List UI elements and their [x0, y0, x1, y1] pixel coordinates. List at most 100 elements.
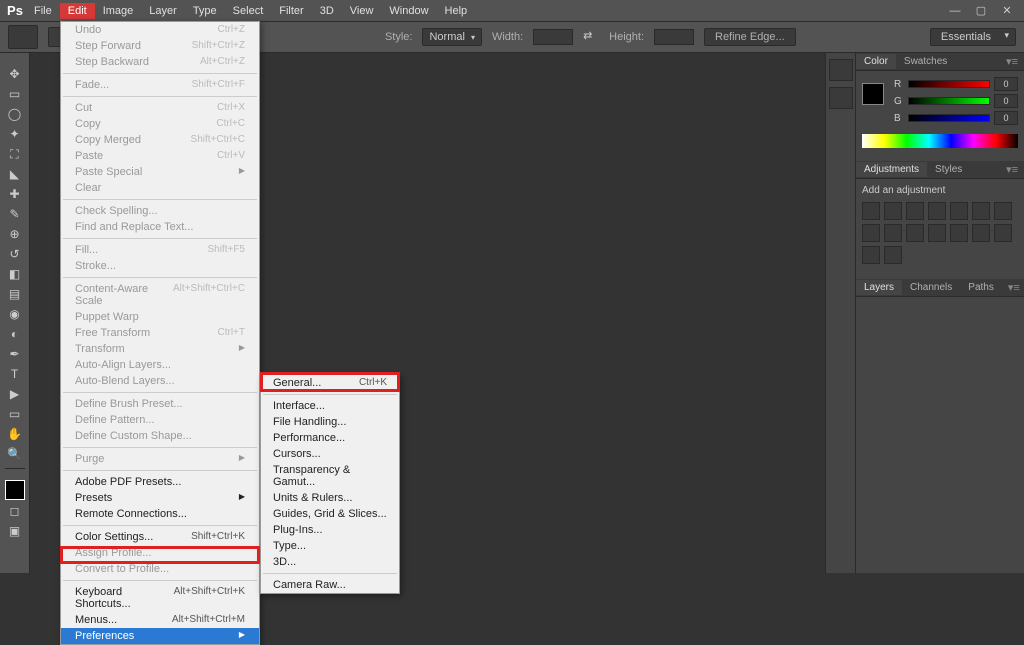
path-selection-tool-icon[interactable]: ▶ — [3, 385, 27, 403]
workspace-select[interactable]: Essentials — [930, 28, 1016, 46]
pen-tool-icon[interactable]: ✒ — [3, 345, 27, 363]
menu-item-remote-connections-[interactable]: Remote Connections... — [61, 506, 259, 522]
menu-item-transparency-&-gamut-[interactable]: Transparency & Gamut... — [261, 462, 399, 490]
refine-edge-button[interactable]: Refine Edge... — [704, 28, 796, 46]
tool-preset-picker[interactable] — [8, 25, 38, 49]
adjustment-icon[interactable] — [994, 224, 1012, 242]
menu-help[interactable]: Help — [437, 3, 476, 19]
menu-item-plug-ins-[interactable]: Plug-Ins... — [261, 522, 399, 538]
slider-g[interactable] — [908, 97, 990, 105]
adjustment-icon[interactable] — [972, 202, 990, 220]
clone-stamp-tool-icon[interactable]: ⊕ — [3, 225, 27, 243]
menu-item-preferences[interactable]: Preferences▶ — [61, 628, 259, 644]
gradient-tool-icon[interactable]: ▤ — [3, 285, 27, 303]
menu-view[interactable]: View — [342, 3, 382, 19]
slider-value-r[interactable]: 0 — [994, 77, 1018, 91]
adjustment-icon[interactable] — [950, 202, 968, 220]
slider-b[interactable] — [908, 114, 990, 122]
menu-edit[interactable]: Edit — [60, 3, 95, 19]
tab-styles[interactable]: Styles — [927, 162, 970, 177]
history-brush-tool-icon[interactable]: ↺ — [3, 245, 27, 263]
marquee-tool-icon[interactable]: ▭ — [3, 85, 27, 103]
swap-dimensions-icon[interactable]: ⇄ — [583, 29, 599, 45]
dock-icon-2[interactable] — [829, 87, 853, 109]
menu-separator — [263, 573, 397, 574]
magic-wand-tool-icon[interactable]: ✦ — [3, 125, 27, 143]
menu-item-camera-raw-[interactable]: Camera Raw... — [261, 577, 399, 593]
adjustment-icon[interactable] — [972, 224, 990, 242]
adjustment-icon[interactable] — [884, 202, 902, 220]
adjustment-icon[interactable] — [994, 202, 1012, 220]
eraser-tool-icon[interactable]: ◧ — [3, 265, 27, 283]
slider-r[interactable] — [908, 80, 990, 88]
zoom-tool-icon[interactable]: 🔍 — [3, 445, 27, 463]
panel-menu-icon[interactable]: ▾≡ — [1000, 163, 1024, 176]
slider-value-g[interactable]: 0 — [994, 94, 1018, 108]
menu-item-guides,-grid-&-slices-[interactable]: Guides, Grid & Slices... — [261, 506, 399, 522]
dock-icon-1[interactable] — [829, 59, 853, 81]
hand-tool-icon[interactable]: ✋ — [3, 425, 27, 443]
menu-item-3d-[interactable]: 3D... — [261, 554, 399, 570]
eyedropper-tool-icon[interactable]: ◣ — [3, 165, 27, 183]
shape-tool-icon[interactable]: ▭ — [3, 405, 27, 423]
color-swatch[interactable] — [862, 83, 888, 123]
foreground-background-swatch[interactable] — [5, 480, 25, 500]
style-select[interactable]: Normal▾ — [422, 28, 481, 46]
width-input[interactable] — [533, 29, 573, 45]
crop-tool-icon[interactable]: ⛶ — [3, 145, 27, 163]
adjustment-icon[interactable] — [862, 202, 880, 220]
minimize-icon[interactable]: — — [946, 4, 964, 18]
adjustment-icon[interactable] — [884, 246, 902, 264]
menu-item-interface-[interactable]: Interface... — [261, 398, 399, 414]
menu-type[interactable]: Type — [185, 3, 225, 19]
tab-layers[interactable]: Layers — [856, 280, 902, 295]
brush-tool-icon[interactable]: ✎ — [3, 205, 27, 223]
menu-layer[interactable]: Layer — [141, 3, 185, 19]
menu-filter[interactable]: Filter — [271, 3, 311, 19]
tab-adjustments[interactable]: Adjustments — [856, 162, 927, 177]
move-tool-icon[interactable]: ✥ — [3, 65, 27, 83]
panel-menu-icon[interactable]: ▾≡ — [1000, 55, 1024, 68]
close-icon[interactable]: ✕ — [998, 4, 1016, 18]
slider-value-b[interactable]: 0 — [994, 111, 1018, 125]
menu-item-menus-[interactable]: Menus...Alt+Shift+Ctrl+M — [61, 612, 259, 628]
adjustment-icon[interactable] — [862, 246, 880, 264]
maximize-icon[interactable]: ▢ — [972, 4, 990, 18]
quick-mask-icon[interactable]: ◻ — [3, 502, 27, 520]
menu-item-units-&-rulers-[interactable]: Units & Rulers... — [261, 490, 399, 506]
menu-select[interactable]: Select — [225, 3, 272, 19]
adjustment-icon[interactable] — [862, 224, 880, 242]
healing-brush-tool-icon[interactable]: ✚ — [3, 185, 27, 203]
panel-menu-icon[interactable]: ▾≡ — [1002, 281, 1024, 294]
menu-item-general-[interactable]: General...Ctrl+K — [261, 375, 399, 391]
menu-item-presets[interactable]: Presets▶ — [61, 490, 259, 506]
adjustment-icon[interactable] — [950, 224, 968, 242]
adjustment-icon[interactable] — [884, 224, 902, 242]
lasso-tool-icon[interactable]: ◯ — [3, 105, 27, 123]
adjustment-icon[interactable] — [928, 224, 946, 242]
menu-item-performance-[interactable]: Performance... — [261, 430, 399, 446]
tab-color[interactable]: Color — [856, 54, 896, 69]
adjustment-icon[interactable] — [906, 202, 924, 220]
dodge-tool-icon[interactable]: ◐ — [3, 325, 27, 343]
menu-item-keyboard-shortcuts-[interactable]: Keyboard Shortcuts...Alt+Shift+Ctrl+K — [61, 584, 259, 612]
menu-item-color-settings-[interactable]: Color Settings...Shift+Ctrl+K — [61, 529, 259, 545]
menu-image[interactable]: Image — [95, 3, 142, 19]
menu-item-adobe-pdf-presets-[interactable]: Adobe PDF Presets... — [61, 474, 259, 490]
menu-file[interactable]: File — [26, 3, 60, 19]
adjustment-icon[interactable] — [928, 202, 946, 220]
menu-3d[interactable]: 3D — [312, 3, 342, 19]
screen-mode-icon[interactable]: ▣ — [3, 522, 27, 540]
menu-item-cursors-[interactable]: Cursors... — [261, 446, 399, 462]
type-tool-icon[interactable]: T — [3, 365, 27, 383]
tab-paths[interactable]: Paths — [960, 280, 1002, 295]
tab-swatches[interactable]: Swatches — [896, 54, 955, 69]
menu-window[interactable]: Window — [381, 3, 436, 19]
adjustment-icon[interactable] — [906, 224, 924, 242]
menu-item-file-handling-[interactable]: File Handling... — [261, 414, 399, 430]
color-spectrum[interactable] — [862, 134, 1018, 148]
menu-item-type-[interactable]: Type... — [261, 538, 399, 554]
blur-tool-icon[interactable]: ◉ — [3, 305, 27, 323]
height-input[interactable] — [654, 29, 694, 45]
tab-channels[interactable]: Channels — [902, 280, 960, 295]
